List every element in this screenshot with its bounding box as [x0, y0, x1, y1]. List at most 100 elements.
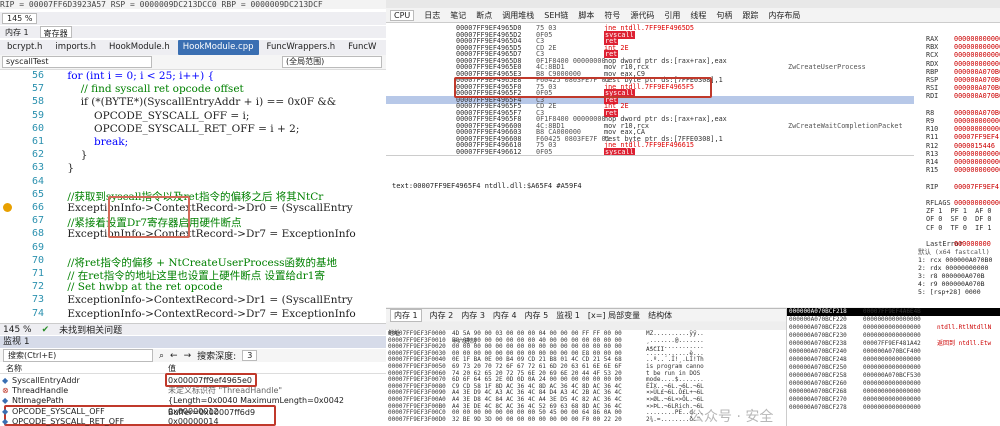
nav-back-icon[interactable]: ← [170, 351, 178, 361]
register-row[interactable]: R13 0000000000000 [926, 150, 1000, 158]
stack-row[interactable]: 000000A070BCF228 0000000000000000 ntdll.Rt… [787, 324, 1000, 332]
stack-row[interactable]: 000000A070BCF220 0000000000000000 [787, 316, 1000, 324]
code-line[interactable]: for (int i = 0; i < 25; i++) { [54, 70, 214, 82]
zoom-status[interactable]: 145 % [3, 325, 32, 335]
dump-tab[interactable]: 内存 1 [390, 308, 422, 322]
register-row[interactable]: ZF 1 PF 1 AF 0 [926, 207, 991, 215]
register-row[interactable]: R11 00007FF9EF4 [926, 133, 999, 141]
debugger-tab[interactable]: 句柄 [716, 10, 732, 21]
code-line[interactable]: OPCODE_SYSCALL_OFF = i; [54, 110, 249, 122]
stack-row[interactable]: 000000A070BCF268 0000000000000000 [787, 388, 1000, 396]
register-row[interactable]: R9 0000000000000 [926, 117, 1000, 125]
call-convention[interactable]: 默认 (x64 fastcall) [918, 246, 990, 256]
pane-tab[interactable]: 寄存器 [39, 26, 72, 38]
debugger-tab[interactable]: CPU [390, 9, 415, 21]
global-scope-combo[interactable]: (全局范围) [282, 56, 382, 68]
code-line[interactable]: // Set hwbp at the ret opcode [54, 281, 222, 293]
register-name: R8 [926, 108, 935, 117]
code-line[interactable]: } [54, 149, 88, 161]
dump-tab[interactable]: 内存 2 [430, 310, 454, 321]
debugger-tab[interactable]: 线程 [690, 10, 706, 21]
file-tab[interactable]: imports.h [50, 40, 101, 55]
debugger-tab[interactable]: SEH链 [544, 10, 568, 21]
register-row[interactable]: RAX 0000000000000000 [926, 35, 1000, 43]
stack-row[interactable]: 000000A070BCF218 00007FF9EF4A6E4B [787, 308, 1000, 316]
register-row[interactable]: R12 0000015446 [926, 142, 995, 150]
register-row[interactable]: R10 0000000000000 [926, 125, 1000, 133]
watermark: 公众号 · 安全 [690, 409, 774, 425]
register-row[interactable]: RIP 00007FF9EF4 [926, 183, 999, 191]
pane-tab[interactable]: 内存 1 [2, 26, 32, 38]
register-name: RSI [926, 84, 939, 93]
file-tab[interactable]: FuncW [343, 40, 381, 55]
dump-tab[interactable]: 内存 5 [525, 310, 549, 321]
stack-row[interactable]: 000000A070BCF248 0000000000000000 [787, 356, 1000, 364]
code-line[interactable]: if (*(BYTE*)(SyscallEntryAddr + i) == 0x… [54, 96, 336, 108]
dump-tab[interactable]: 内存 3 [461, 310, 485, 321]
stack-row[interactable]: 000000A070BCF258 000000A070BCF530 [787, 372, 1000, 380]
register-row[interactable]: R14 0000000000000 [926, 158, 1000, 166]
debugger-tab[interactable]: 调用堆栈 [502, 10, 534, 21]
dump-tab[interactable]: [x=] 局部变量 [588, 310, 640, 321]
register-row[interactable]: RBP 000000A070B0 [926, 68, 1000, 76]
register-row[interactable]: RDX 00000000000000 [926, 60, 1000, 68]
debugger-tab[interactable]: 引用 [664, 10, 680, 21]
code-line[interactable]: ExceptionInfo->ContextRecord->Dr0 = (Sys… [54, 202, 352, 214]
stack-row[interactable]: 000000A070BCF240 000000A070BCF400 [787, 348, 1000, 356]
code-line[interactable]: ExceptionInfo->ContextRecord->Dr7 = Exce… [54, 228, 355, 240]
code-line[interactable]: break; [54, 136, 128, 148]
register-row[interactable]: OF 0 SF 0 DF 0 [926, 215, 991, 223]
register-row[interactable]: RCX 00000000000000 [926, 51, 1000, 59]
register-row[interactable]: RBX 0000000000000000 [926, 43, 1000, 51]
register-row[interactable]: RSP 000000A070B0 [926, 76, 1000, 84]
register-row[interactable]: RSI 000000A070B0 [926, 84, 1000, 93]
register-row[interactable]: RDI 000000A070B0 [926, 92, 1000, 100]
debugger-tab[interactable]: 脚本 [578, 10, 594, 21]
debugger-tab[interactable]: 符号 [604, 10, 620, 21]
stack-row[interactable]: 000000A070BCF278 0000000000000000 [787, 404, 1000, 412]
disasm-row[interactable]: 00007FF9EF496612 0F05 syscall [386, 147, 914, 155]
debugger-tab[interactable]: 跟踪 [742, 10, 758, 21]
stack-address: 000000A070BCF250 [789, 364, 847, 371]
code-editor[interactable]: for (int i = 0; i < 25; i++) { // find s… [54, 70, 386, 323]
register-value: 0000000000000 [954, 158, 1000, 166]
stack-row[interactable]: 000000A070BCF270 0000000000000000 [787, 396, 1000, 404]
debugger-tab[interactable]: 内存布局 [768, 10, 800, 21]
dump-tab[interactable]: 结构体 [648, 310, 672, 321]
file-tab[interactable]: FuncWrappers.h [262, 40, 341, 55]
search-icon[interactable]: ⌕ [159, 351, 164, 361]
debugger-tab[interactable]: 笔记 [450, 10, 466, 21]
register-row[interactable]: CF 0 TF 0 IF 1 [926, 224, 991, 232]
stack-value: 0000000000000000 [863, 316, 921, 323]
watch-search-input[interactable]: 搜索(Ctrl+E) [3, 349, 153, 362]
info-text: text:00007FF9EF4965F4 ntdll.dll:$A65F4 #… [392, 182, 582, 190]
register-value: 0000000000000 [954, 125, 1000, 134]
register-row[interactable]: R15 0000000000000 [926, 166, 1000, 174]
scope-combo[interactable]: syscallTest [2, 56, 152, 68]
stack-row[interactable]: 000000A070BCF238 00007FF9EF481A42 返回到 ntdl… [787, 340, 1000, 348]
register-row[interactable]: R8 000000A070B0 [926, 108, 1000, 117]
file-tab[interactable]: bcrypt.h [2, 40, 47, 55]
search-depth-select[interactable]: 3 [242, 350, 258, 361]
stack-row[interactable]: 000000A070BCF230 0000000000000000 [787, 332, 1000, 340]
register-row[interactable]: RFLAGS 000000000000 [926, 199, 1000, 207]
debugger-tab[interactable]: 日志 [424, 10, 440, 21]
dump-tab[interactable]: 监视 1 [556, 310, 580, 321]
stack-row[interactable]: 000000A070BCF260 0000000000000000 [787, 380, 1000, 388]
stack-row[interactable]: 000000A070BCF250 0000000000000000 [787, 364, 1000, 372]
code-line[interactable]: // find syscall ret opcode offset [54, 83, 244, 95]
code-line[interactable]: ExceptionInfo->ContextRecord->Dr1 = (Sys… [54, 294, 352, 306]
zoom-select[interactable]: 145 % [2, 13, 38, 24]
file-tab[interactable]: HookModule.cpp [177, 40, 259, 55]
code-line[interactable]: } [54, 162, 74, 174]
stack-view[interactable]: 000000A070BCF218 00007FF9EF4A6E4B 000000A0… [786, 308, 1000, 426]
nav-forward-icon[interactable]: → [184, 351, 192, 361]
code-line[interactable]: OPCODE_SYSCALL_RET_OFF = i + 2; [54, 123, 299, 135]
debugger-tab[interactable]: 断点 [476, 10, 492, 21]
code-line[interactable]: ExceptionInfo->ContextRecord->Dr7 = Exce… [54, 308, 355, 320]
call-arg: 3: r8 000000A070B [918, 272, 985, 280]
debugger-tab[interactable]: 源代码 [630, 10, 654, 21]
watch-row[interactable]: ◆ OPCODE_SYSCALL_RET_OFF 0x00000014 [0, 416, 386, 426]
file-tab[interactable]: HookModule.h [104, 40, 175, 55]
dump-tab[interactable]: 内存 4 [493, 310, 517, 321]
